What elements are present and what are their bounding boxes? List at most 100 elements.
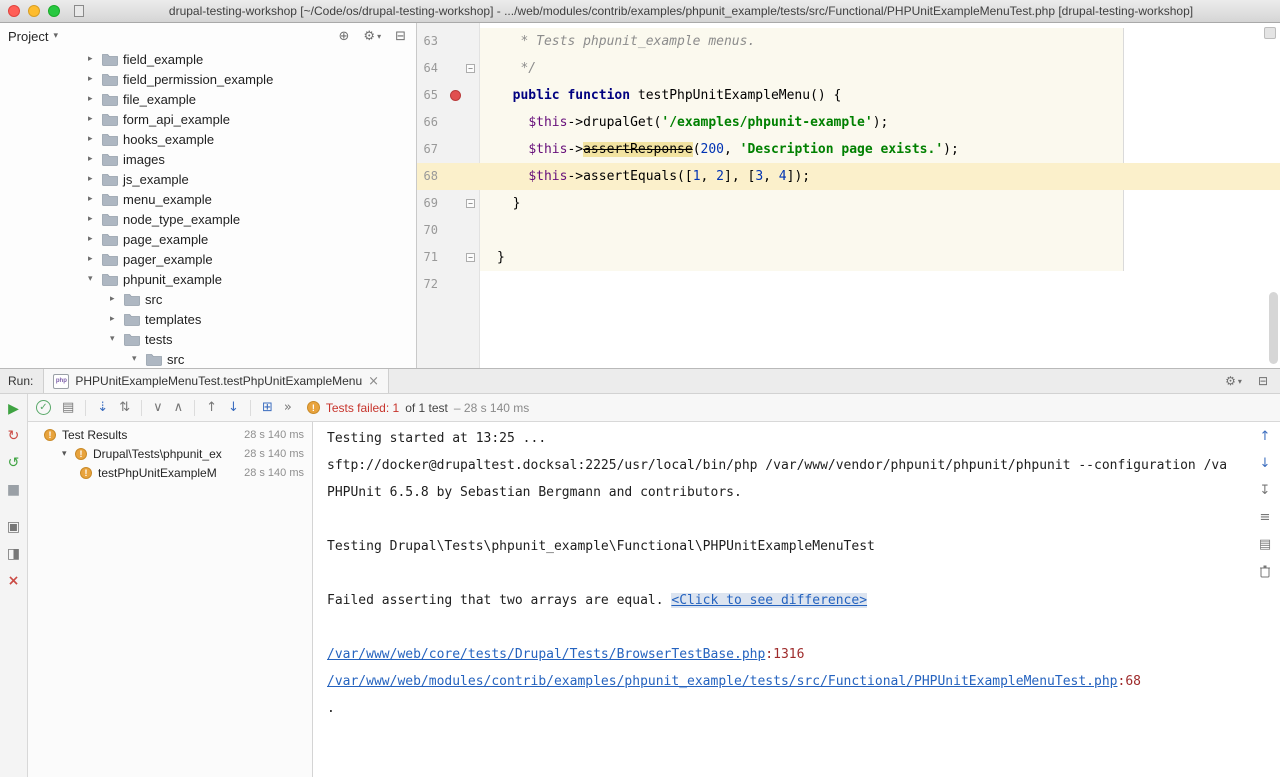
project-item-field_example[interactable]: ▸field_example [0,49,416,69]
editor-scrollbar[interactable] [1269,292,1278,364]
project-item-label: file_example [123,92,196,107]
folder-icon [102,193,118,206]
show-ignored-icon[interactable]: ▤ [62,400,74,415]
project-item-src[interactable]: ▸src [0,289,416,309]
code-line-66[interactable]: 66 $this->drupalGet('/examples/phpunit-e… [417,109,1280,136]
restore-layout-button[interactable]: ▣ [7,519,20,535]
chevron-right-icon[interactable]: ▸ [110,294,124,304]
next-failed-test-icon[interactable]: ↓ [228,400,239,415]
chevron-right-icon[interactable]: ▸ [88,154,102,164]
project-item-form_api_example[interactable]: ▸form_api_example [0,109,416,129]
code-line-65[interactable]: 65 public function testPhpUnitExampleMen… [417,82,1280,109]
close-window-button[interactable] [8,5,20,17]
project-item-templates[interactable]: ▸templates [0,309,416,329]
toggle-auto-test-button[interactable]: ↺ [8,455,20,471]
project-item-phpunit_example[interactable]: ▾phpunit_example [0,269,416,289]
project-item-node_type_example[interactable]: ▸node_type_example [0,209,416,229]
code-line-67[interactable]: 67 $this->assertResponse(200, 'Descripti… [417,136,1280,163]
close-run-panel-button[interactable]: × [8,573,20,589]
run-tab[interactable]: php PHPUnitExampleMenuTest.testPhpUnitEx… [43,369,389,393]
project-item-page_example[interactable]: ▸page_example [0,229,416,249]
fold-marker-icon[interactable]: − [466,199,475,208]
code-editor[interactable]: 63 * Tests phpunit_example menus.64− */6… [417,23,1280,368]
chevron-right-icon[interactable]: ▸ [88,54,102,64]
project-item-src[interactable]: ▾src [0,349,416,368]
clear-console-icon[interactable] [1259,564,1271,581]
down-stack-trace-icon[interactable]: ↓ [1260,456,1271,471]
chevron-right-icon[interactable]: ▸ [88,214,102,224]
project-item-field_permission_example[interactable]: ▸field_permission_example [0,69,416,89]
import-tests-icon[interactable]: ⊞ [262,400,273,415]
failed-test-marker-icon[interactable] [450,90,461,101]
chevron-right-icon[interactable]: ▸ [110,314,124,324]
detach-panel-button[interactable]: ◨ [7,546,20,562]
hide-panel-icon[interactable]: ⊟ [395,29,406,44]
project-item-tests[interactable]: ▾tests [0,329,416,349]
stack-file-link[interactable]: /var/www/web/modules/contrib/examples/ph… [327,674,1118,689]
chevron-right-icon[interactable]: ▸ [88,194,102,204]
run-settings-button[interactable]: ⚙ ▾ [1225,374,1242,388]
code-line-71[interactable]: 71−} [417,244,1280,271]
project-item-menu_example[interactable]: ▸menu_example [0,189,416,209]
soft-wrap-icon[interactable]: ≡ [1260,510,1271,525]
show-passed-icon[interactable]: ✓ [36,400,51,415]
project-item-file_example[interactable]: ▸ file_example [0,89,416,109]
chevron-right-icon[interactable]: ▸ [88,114,102,124]
previous-failed-test-icon[interactable]: ↑ [206,400,217,415]
chevron-right-icon[interactable]: ▸ [88,134,102,144]
project-item-hooks_example[interactable]: ▸hooks_example [0,129,416,149]
chevron-down-icon[interactable]: ▾ [62,449,75,459]
test-tree-item[interactable]: !Test Results28 s 140 ms [28,425,312,444]
locate-file-icon[interactable]: ⊕ [339,29,350,44]
close-tab-icon[interactable]: × [368,374,379,389]
code-line-68[interactable]: 68 $this->assertEquals([1, 2], [3, 4]); [417,163,1280,190]
project-item-js_example[interactable]: ▸js_example [0,169,416,189]
test-tree-item[interactable]: ▾!Drupal\Tests\phpunit_ex28 s 140 ms [28,444,312,463]
hide-tool-window-icon[interactable]: ⊟ [1258,374,1268,388]
chevron-down-icon[interactable]: ▾ [53,31,58,41]
collapse-all-icon[interactable]: ∧ [174,400,184,415]
chevron-right-icon[interactable]: ▸ [88,74,102,84]
sort-alphabetically-icon[interactable]: ⇅ [119,400,130,415]
rerun-button[interactable]: ▶ [8,401,19,417]
chevron-right-icon[interactable]: ▸ [88,234,102,244]
chevron-right-icon[interactable]: ▸ [88,174,102,184]
project-panel-title[interactable]: Project [8,29,48,44]
zoom-window-button[interactable] [48,5,60,17]
code-line-72[interactable]: 72 [417,271,1280,298]
fold-marker-icon[interactable]: − [466,253,475,262]
difference-link[interactable]: <Click to see difference> [671,593,867,608]
print-icon[interactable]: ▤ [1259,537,1271,552]
rerun-failed-tests-button[interactable]: ↻ [8,428,20,444]
test-tree-item[interactable]: !testPhpUnitExampleM28 s 140 ms [28,463,312,482]
code-line-63[interactable]: 63 * Tests phpunit_example menus. [417,28,1280,55]
fold-marker-icon[interactable]: − [466,64,475,73]
chevron-down-icon[interactable]: ▾ [88,274,102,284]
sort-by-duration-icon[interactable]: ⇣ [97,400,108,415]
scroll-to-end-icon[interactable]: ↧ [1260,483,1271,498]
code-line-69[interactable]: 69− } [417,190,1280,217]
console-text: sftp://docker@drupaltest.docksal:2225/us… [327,458,1227,473]
minimize-window-button[interactable] [28,5,40,17]
code-line-64[interactable]: 64− */ [417,55,1280,82]
test-console[interactable]: Testing started at 13:25 ...sftp://docke… [313,422,1280,777]
code-line-70[interactable]: 70 [417,217,1280,244]
test-failed-icon: ! [80,467,92,479]
console-text: :1316 [765,647,804,662]
project-item-images[interactable]: ▸images [0,149,416,169]
more-actions-icon[interactable]: » [284,400,292,415]
console-line [327,506,1250,533]
project-settings-button[interactable]: ⚙ ▾ [363,29,381,44]
inspections-widget[interactable] [1264,27,1276,39]
run-tab-title: PHPUnitExampleMenuTest.testPhpUnitExampl… [75,374,362,388]
code-text: * Tests phpunit_example menus. [480,28,755,55]
stack-file-link[interactable]: /var/www/web/core/tests/Drupal/Tests/Bro… [327,647,765,662]
chevron-down-icon[interactable]: ▾ [132,354,146,364]
up-stack-trace-icon[interactable]: ↑ [1260,429,1271,444]
expand-all-icon[interactable]: ∨ [153,400,163,415]
stop-button[interactable]: ■ [7,482,20,498]
chevron-down-icon[interactable]: ▾ [110,334,124,344]
chevron-right-icon[interactable]: ▸ [88,254,102,264]
chevron-right-icon[interactable]: ▸ [88,94,102,104]
project-item-pager_example[interactable]: ▸pager_example [0,249,416,269]
